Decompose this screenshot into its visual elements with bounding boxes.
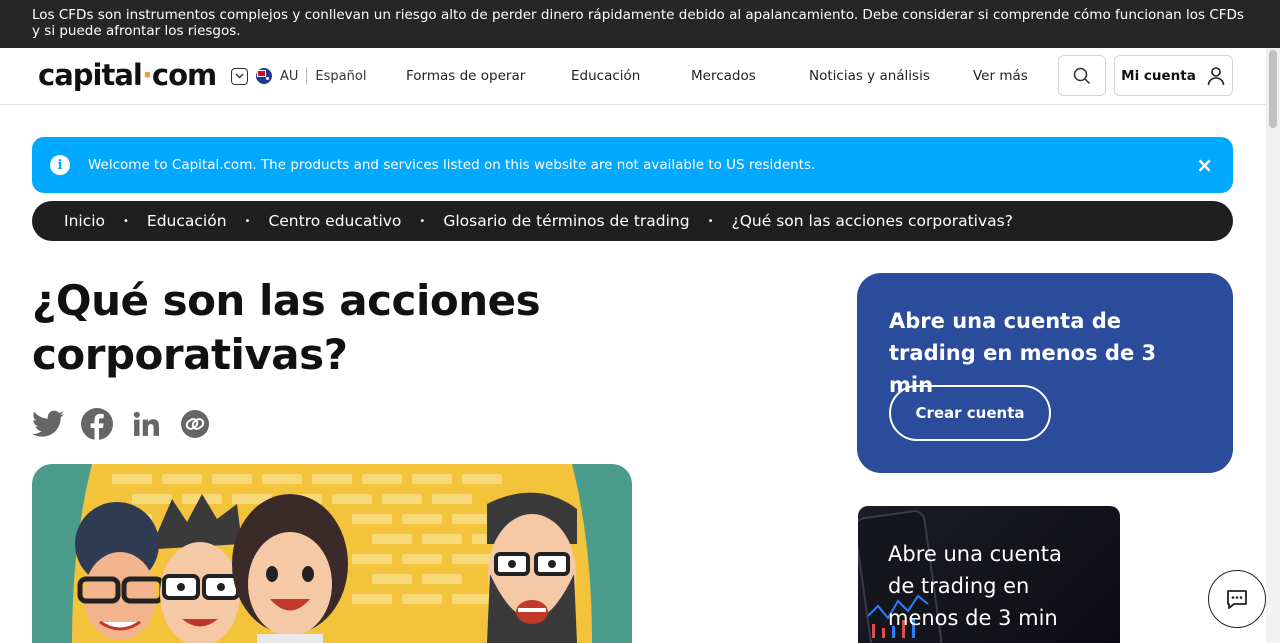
- breadcrumb-separator: •: [707, 215, 714, 227]
- breadcrumb-educacion[interactable]: Educación: [147, 212, 227, 230]
- breadcrumb-separator: •: [123, 215, 129, 227]
- breadcrumb-current: ¿Qué son las acciones corporativas?: [731, 212, 1013, 230]
- promo-banner[interactable]: Abre una cuenta de trading en menos de 3…: [858, 506, 1120, 643]
- divider: [306, 67, 308, 85]
- info-icon: i: [50, 155, 70, 175]
- region-selector[interactable]: AU Español: [231, 67, 366, 85]
- promo-text: Abre una cuenta de trading en menos de 3…: [888, 542, 1062, 630]
- nav-ver-mas[interactable]: Ver más: [973, 68, 1028, 84]
- article-hero-image: [32, 464, 632, 643]
- risk-warning-bar: Los CFDs son instrumentos complejos y co…: [0, 0, 1280, 48]
- share-links: [32, 408, 211, 440]
- search-icon: [1073, 67, 1091, 84]
- chat-button[interactable]: [1208, 570, 1266, 628]
- nav-educacion[interactable]: Educación: [571, 68, 640, 84]
- page-title: ¿Qué son las acciones corporativas?: [32, 276, 541, 379]
- logo[interactable]: capital·com: [38, 58, 217, 92]
- breadcrumb-inicio[interactable]: Inicio: [64, 212, 105, 230]
- breadcrumb-separator: •: [419, 215, 426, 227]
- facebook-icon[interactable]: [81, 408, 113, 440]
- region-code: AU: [280, 68, 299, 84]
- site-header: capital·com AU Español Formas de operar …: [0, 48, 1266, 105]
- breadcrumb-glosario[interactable]: Glosario de términos de trading: [443, 212, 689, 230]
- close-icon[interactable]: ×: [1196, 155, 1213, 175]
- us-residents-notice: i Welcome to Capital.com. The products a…: [32, 137, 1233, 193]
- create-account-button[interactable]: Crear cuenta: [889, 385, 1051, 441]
- scrollbar-thumb[interactable]: [1269, 50, 1277, 128]
- australia-flag-icon: [256, 68, 272, 84]
- logo-right: com: [151, 58, 217, 92]
- chevron-down-icon[interactable]: [231, 67, 248, 85]
- chat-icon: [1227, 590, 1247, 609]
- copy-link-icon[interactable]: [179, 408, 211, 440]
- logo-dot: ·: [141, 58, 153, 92]
- account-label: Mi cuenta: [1121, 67, 1196, 84]
- linkedin-icon[interactable]: [130, 408, 162, 440]
- notice-text: Welcome to Capital.com. The products and…: [88, 157, 816, 173]
- scrollbar[interactable]: [1266, 48, 1280, 643]
- logo-left: capital: [38, 58, 143, 92]
- risk-warning-text: Los CFDs son instrumentos complejos y co…: [32, 7, 1244, 39]
- twitter-icon[interactable]: [32, 408, 64, 440]
- search-button[interactable]: [1058, 55, 1106, 96]
- breadcrumb: Inicio • Educación • Centro educativo • …: [32, 201, 1233, 241]
- language-label[interactable]: Español: [315, 69, 366, 84]
- nav-formas-de-operar[interactable]: Formas de operar: [406, 68, 525, 84]
- nav-noticias-y-analisis[interactable]: Noticias y análisis: [809, 68, 930, 84]
- breadcrumb-separator: •: [244, 215, 251, 227]
- account-button[interactable]: Mi cuenta: [1114, 55, 1233, 96]
- breadcrumb-centro-educativo[interactable]: Centro educativo: [268, 212, 401, 230]
- user-icon: [1207, 66, 1225, 85]
- open-account-card: Abre una cuenta de trading en menos de 3…: [857, 273, 1233, 473]
- nav-mercados[interactable]: Mercados: [691, 68, 756, 84]
